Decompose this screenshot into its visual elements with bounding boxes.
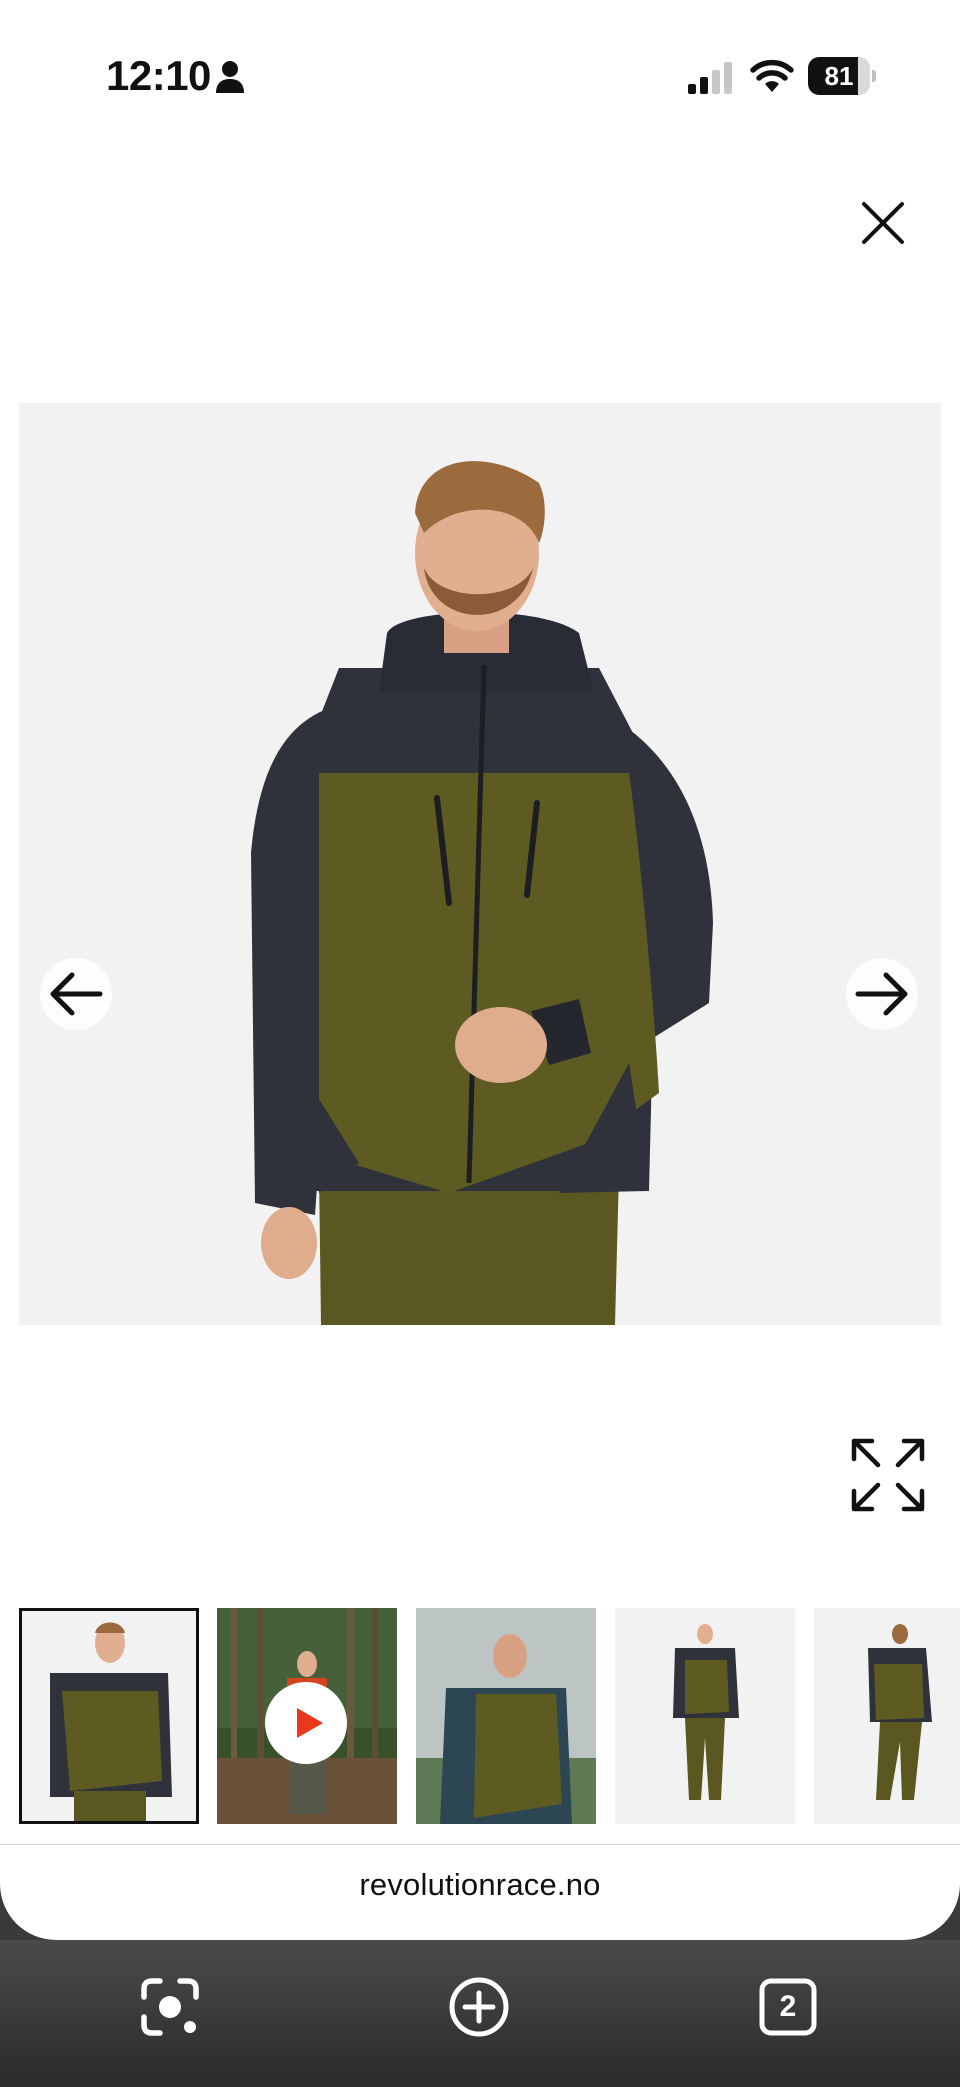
thumbnail-3[interactable] <box>416 1608 596 1824</box>
next-image-button[interactable] <box>846 958 918 1030</box>
status-bar: 12:10 81 <box>0 0 960 150</box>
thumbnail-1[interactable] <box>19 1608 199 1824</box>
address-bar[interactable]: revolutionrace.no <box>0 1844 960 1940</box>
status-time: 12:10 <box>106 52 211 99</box>
wifi-icon <box>750 59 794 92</box>
close-icon <box>862 202 904 244</box>
thumbnail-2-video[interactable] <box>217 1608 397 1824</box>
thumbnail-5[interactable] <box>814 1608 960 1824</box>
tab-switcher-button[interactable]: 2 <box>756 1975 820 2039</box>
thumbnail-4[interactable] <box>615 1608 795 1824</box>
play-icon <box>265 1682 347 1764</box>
battery-icon: 81 <box>808 57 876 95</box>
thumbnail-strip <box>19 1608 960 1824</box>
lens-button[interactable] <box>138 1975 202 2039</box>
add-circle-icon <box>449 1977 509 2037</box>
url-text: revolutionrace.no <box>359 1867 601 1902</box>
lens-icon <box>141 1978 199 2036</box>
expand-icon <box>851 1438 925 1512</box>
signal-icon <box>688 62 732 94</box>
arrow-left-icon <box>50 972 103 1016</box>
arrow-right-icon <box>855 972 908 1016</box>
product-photo <box>19 403 941 1325</box>
person-icon <box>216 61 244 93</box>
tab-count: 2 <box>779 1990 797 2023</box>
fullscreen-button[interactable] <box>848 1435 928 1515</box>
new-tab-button[interactable] <box>447 1975 511 2039</box>
previous-image-button[interactable] <box>40 958 112 1030</box>
battery-percent: 81 <box>824 61 854 91</box>
product-image[interactable] <box>19 403 941 1325</box>
close-button[interactable] <box>858 198 908 248</box>
